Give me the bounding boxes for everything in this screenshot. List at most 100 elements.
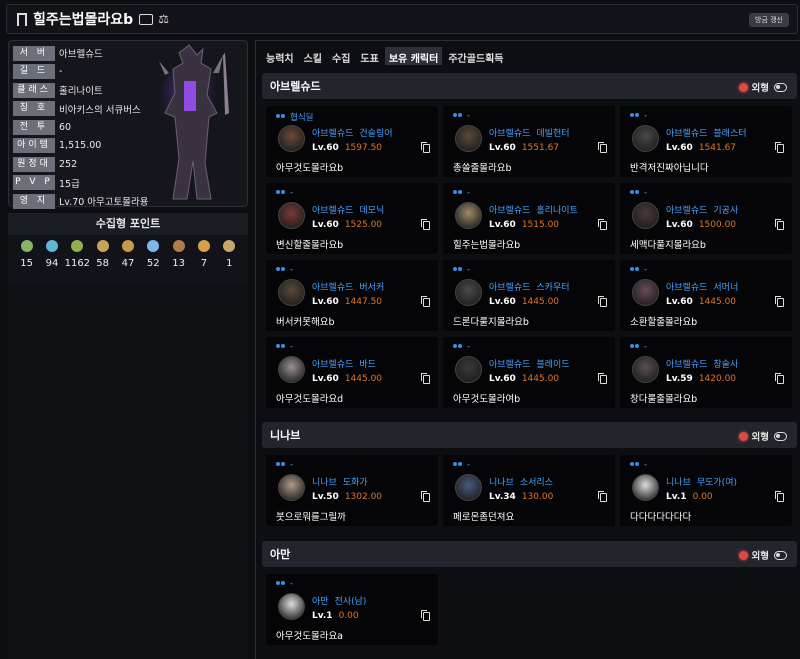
character-card[interactable]: - 아브렐슈드 블레이드 Lv.60 1445.00 아무것도몰라여b (443, 337, 615, 408)
copy-icon[interactable] (598, 296, 607, 307)
toggle-label: 외형 (751, 432, 769, 443)
item-level: 1420.00 (698, 374, 737, 384)
copy-icon[interactable] (775, 142, 784, 153)
card-class: 전사(남) (334, 597, 367, 607)
guild-icon (453, 112, 463, 120)
character-card[interactable]: - 니나브 도화가 Lv.50 1302.00 붓으로뭐를그릴까 (266, 455, 438, 526)
character-card[interactable]: - 아브렐슈드 스카우터 Lv.60 1445.00 드론다룰지몰라요b (443, 260, 615, 331)
character-card[interactable]: - 아브렐슈드 바드 Lv.60 1445.00 아무것도몰라요d (266, 337, 438, 408)
copy-icon[interactable] (775, 491, 784, 502)
collection-item[interactable]: 1162 (65, 240, 90, 269)
character-card[interactable]: 협식딜 아브렐슈드 건슬링어 Lv.60 1597.50 아무것도몰라요b (266, 106, 438, 177)
tab-3[interactable]: 도표 (356, 47, 382, 65)
guild-name: - (290, 188, 294, 198)
guild-row: - (630, 460, 647, 470)
tab-5[interactable]: 주간골드획득 (444, 47, 507, 65)
level-row: Lv.50 1302.00 (312, 492, 382, 502)
collection-item[interactable]: 47 (117, 240, 139, 269)
copy-icon[interactable] (775, 296, 784, 307)
scale-icon[interactable]: ⚖ (158, 12, 169, 26)
item-level: 1445.00 (521, 374, 560, 384)
guild-row: - (453, 188, 470, 198)
character-card[interactable]: - 아브렐슈드 서머너 Lv.60 1445.00 소환할줄몰라요b (620, 260, 792, 331)
profile-value: 1,515.00 (59, 140, 102, 151)
server-class: 니나브 도화가 (312, 475, 368, 488)
server-name: 니나브 (270, 429, 301, 442)
copy-icon[interactable] (598, 219, 607, 230)
id-card-icon[interactable] (139, 13, 154, 25)
tab-1[interactable]: 스킬 (300, 47, 326, 65)
toggle-switch-icon[interactable] (774, 82, 787, 92)
collection-item[interactable]: 94 (41, 240, 63, 269)
guild-icon (630, 266, 640, 274)
tab-2[interactable]: 수집 (328, 47, 354, 65)
character-card[interactable]: - 아브렐슈드 블래스터 Lv.60 1541.67 반격저진짜아닙니다 (620, 106, 792, 177)
copy-icon[interactable] (421, 219, 430, 230)
collection-item[interactable]: 13 (168, 240, 190, 269)
card-level: Lv.60 (312, 297, 339, 307)
copy-icon[interactable] (775, 219, 784, 230)
item-level: 1445.00 (698, 297, 737, 307)
profile-label: 아이템 (13, 138, 55, 153)
character-card[interactable]: - 니나브 무도가(여) Lv.1 0.00 다다다다다다다 (620, 455, 792, 526)
card-character-name: 아무것도몰라요a (276, 631, 344, 642)
copy-icon[interactable] (421, 296, 430, 307)
appearance-toggle[interactable]: 외형 (738, 429, 787, 443)
avatar (278, 202, 305, 229)
server-class: 아브렐슈드 블래스터 (666, 126, 747, 139)
card-level: Lv.60 (666, 220, 693, 230)
toggle-switch-icon[interactable] (774, 431, 787, 441)
copy-icon[interactable] (598, 491, 607, 502)
card-level: Lv.34 (489, 492, 516, 502)
copy-icon[interactable] (421, 610, 430, 621)
collection-item[interactable]: 7 (193, 240, 215, 269)
toggle-switch-icon[interactable] (774, 550, 787, 560)
character-card[interactable]: - 아브렐슈드 버서커 Lv.60 1447.50 버서커못해요b (266, 260, 438, 331)
copy-icon[interactable] (421, 491, 430, 502)
copy-icon[interactable] (421, 142, 430, 153)
guild-icon (630, 189, 640, 197)
character-card[interactable]: - 니나브 소서리스 Lv.34 130.00 페로몬좀던져요 (443, 455, 615, 526)
character-card[interactable]: - 아브렐슈드 기공사 Lv.60 1500.00 세맥다풀지몰라요b (620, 183, 792, 254)
card-class: 데모닉 (359, 206, 385, 216)
tab-0[interactable]: 능력치 (262, 47, 298, 65)
ignea-token-icon (147, 240, 160, 252)
card-server: 아브렐슈드 (666, 283, 708, 293)
profile-value: 아브렐슈드 (59, 49, 103, 60)
collection-count: 47 (121, 258, 135, 269)
item-level: 0.00 (338, 611, 359, 621)
card-server: 아브렐슈드 (312, 283, 354, 293)
guild-row: - (453, 342, 470, 352)
copy-icon[interactable] (598, 142, 607, 153)
level-row: Lv.60 1447.50 (312, 297, 382, 307)
appearance-toggle[interactable]: 외형 (738, 548, 787, 562)
card-server: 니나브 (489, 478, 514, 488)
guild-row: - (276, 188, 293, 198)
voyage-icon (121, 240, 134, 252)
character-card[interactable]: - 아브렐슈드 창술사 Lv.59 1420.00 창다룰줄몰라요b (620, 337, 792, 408)
collection-item[interactable]: 58 (92, 240, 114, 269)
collection-count: 7 (200, 258, 208, 269)
tab-4[interactable]: 보유 캐릭터 (384, 47, 443, 65)
item-level: 1515.00 (521, 220, 560, 230)
character-card[interactable]: - 아브렐슈드 데빌헌터 Lv.60 1551.67 총쏠줄몰라요b (443, 106, 615, 177)
copy-icon[interactable] (598, 373, 607, 384)
character-card[interactable]: - 아만 전사(남) Lv.1 0.00 아무것도몰라요a (266, 574, 438, 645)
card-class: 버서커 (359, 283, 385, 293)
collection-item[interactable]: 52 (142, 240, 164, 269)
profile-value: 252 (59, 158, 78, 170)
bookmark-icon[interactable] (17, 12, 27, 26)
guild-name: - (290, 265, 294, 275)
refresh-button[interactable]: 방금 갱신 (749, 13, 789, 27)
character-card[interactable]: - 아브렐슈드 데모닉 Lv.60 1525.00 변신할줄몰라요b (266, 183, 438, 254)
appearance-toggle[interactable]: 외형 (738, 80, 787, 94)
item-level: 0.00 (692, 492, 713, 502)
card-class: 건슬링어 (359, 129, 393, 139)
collection-item[interactable]: 15 (16, 240, 38, 269)
copy-icon[interactable] (421, 373, 430, 384)
server-class: 아브렐슈드 데빌헌터 (489, 126, 570, 139)
character-card[interactable]: - 아브렐슈드 홀리나이트 Lv.60 1515.00 힐주는법몰라요b (443, 183, 615, 254)
copy-icon[interactable] (775, 373, 784, 384)
collection-item[interactable]: 1 (218, 240, 240, 269)
card-character-name: 소환할줄몰라요b (630, 317, 698, 328)
